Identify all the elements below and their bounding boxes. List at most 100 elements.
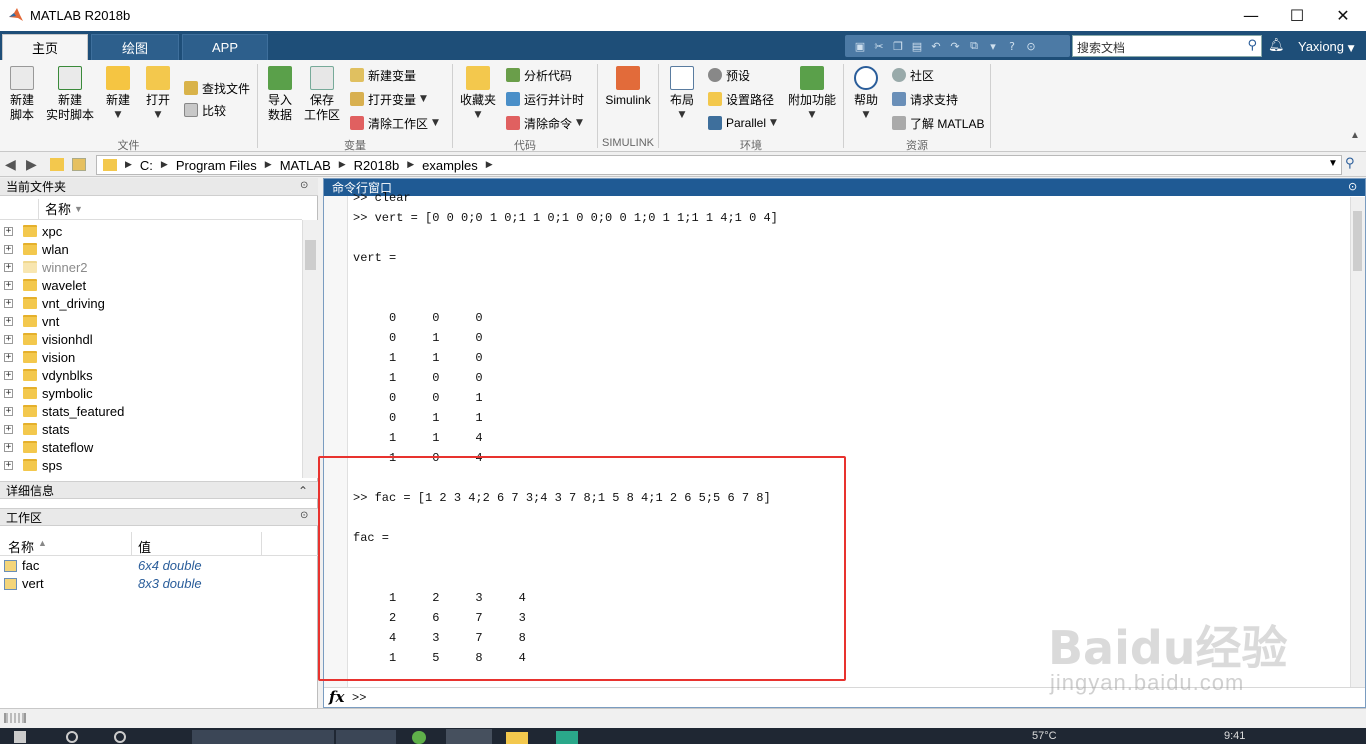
taskbar-app[interactable] [336,730,396,744]
taskbar-explorer-icon[interactable] [506,732,528,744]
taskbar-app-icon[interactable] [412,731,426,744]
minimize-button[interactable]: — [1228,0,1274,31]
maximize-button[interactable]: ☐ [1274,0,1320,31]
taskbar-matlab-active[interactable] [446,729,492,744]
preferences-button[interactable]: 预设 [708,65,750,85]
expand-icon[interactable]: + [4,424,13,434]
windows-start-icon[interactable] [14,731,26,743]
folder-row[interactable]: + vnt_driving [0,294,302,312]
name-column-header[interactable]: 名称 [45,199,71,218]
expand-icon[interactable]: + [4,226,13,236]
chevron-up-icon[interactable]: ⌃ [298,484,308,498]
request-support-button[interactable]: 请求支持 [892,89,958,109]
switch-windows-icon[interactable]: ⧉ [967,39,981,53]
crumb-r2018b[interactable]: R2018b [354,158,400,173]
new-live-script-button[interactable]: 新建 实时脚本 [44,60,96,123]
crumb-matlab[interactable]: MATLAB [280,158,331,173]
command-prompt[interactable]: >> [352,691,366,705]
search-folder-icon[interactable]: ⚲ [1345,156,1355,171]
new-script-button[interactable]: 新建 脚本 [4,60,40,123]
favorites-button[interactable]: 收藏夹 ▼ [458,60,498,123]
pin-icon[interactable]: ⊙ [1024,39,1038,53]
settings-icon[interactable]: ▾ [986,39,1000,53]
set-path-button[interactable]: 设置路径 [708,89,774,109]
user-account-menu[interactable]: Yaxiong ▼ [1298,39,1355,54]
layout-button[interactable]: 布局 ▼ [664,60,700,123]
learn-matlab-button[interactable]: 了解 MATLAB [892,113,984,133]
search-icon[interactable]: ⚲ [1247,38,1257,53]
search-input[interactable]: 搜索文档 ⚲ [1072,35,1262,57]
copy-icon[interactable]: ❐ [891,39,905,53]
cut-icon[interactable]: ✂ [872,39,886,53]
expand-icon[interactable]: + [4,316,13,326]
expand-icon[interactable]: + [4,460,13,470]
taskbar-app-icon[interactable] [556,731,578,744]
panel-menu-icon[interactable]: ⊙ [300,510,308,521]
expand-icon[interactable]: + [4,442,13,452]
redo-icon[interactable]: ↷ [948,39,962,53]
search-icon[interactable] [66,731,78,743]
expand-icon[interactable]: + [4,370,13,380]
undo-icon[interactable]: ↶ [929,39,943,53]
folder-row[interactable]: + vdynblks [0,366,302,384]
browse-folder-icon[interactable] [72,158,86,171]
expand-icon[interactable]: + [4,280,13,290]
tab-apps[interactable]: APP [182,34,268,60]
crumb-examples[interactable]: examples [422,158,478,173]
folder-row[interactable]: + vnt [0,312,302,330]
community-button[interactable]: 社区 [892,65,934,85]
clear-commands-button[interactable]: 清除命令 ▼ [506,113,583,133]
close-button[interactable]: ✕ [1320,0,1366,31]
new-button[interactable]: 新建 ▼ [100,60,136,123]
folder-row[interactable]: + stats [0,420,302,438]
expand-icon[interactable]: + [4,334,13,344]
folder-row[interactable]: + wavelet [0,276,302,294]
run-and-time-button[interactable]: 运行并计时 [506,89,584,109]
panel-menu-icon[interactable]: ⊙ [300,180,308,191]
function-browser-icon[interactable]: fx [329,688,344,706]
new-variable-button[interactable]: 新建变量 [350,65,416,85]
panel-menu-icon[interactable]: ⊙ [1348,180,1357,193]
up-folder-icon[interactable] [50,158,64,171]
folder-row[interactable]: + winner2 [0,258,302,276]
help-button[interactable]: 帮助 ▼ [848,60,884,123]
notification-bell-icon[interactable]: 🔔︎ [1268,38,1285,53]
save-workspace-button[interactable]: 保存 工作区 [300,60,344,123]
folder-row[interactable]: + stats_featured [0,402,302,420]
open-variable-button[interactable]: 打开变量 ▼ [350,89,427,109]
import-data-button[interactable]: 导入 数据 [262,60,298,123]
folder-row[interactable]: + stateflow [0,438,302,456]
command-scrollbar[interactable] [1350,197,1365,691]
tab-home[interactable]: 主页 [2,34,88,60]
path-dropdown-icon[interactable]: ▼ [1328,158,1338,169]
save-icon[interactable]: ▣ [853,39,867,53]
expand-icon[interactable]: + [4,406,13,416]
workspace-name-column[interactable]: 名称 [8,537,34,556]
cortana-icon[interactable] [114,731,126,743]
expand-icon[interactable]: + [4,298,13,308]
back-arrow-icon[interactable]: ◀ [5,157,16,173]
tab-plots[interactable]: 绘图 [91,34,179,60]
expand-icon[interactable]: + [4,388,13,398]
workspace-row[interactable]: fac 6x4 double [0,557,318,575]
open-button[interactable]: 打开 ▼ [140,60,176,123]
help-icon[interactable]: ? [1005,39,1019,53]
crumb-program-files[interactable]: Program Files [176,158,257,173]
folder-row[interactable]: + wlan [0,240,302,258]
paste-icon[interactable]: ▤ [910,39,924,53]
find-files-button[interactable]: 查找文件 [184,78,250,98]
compare-button[interactable]: 比较 [184,100,226,120]
workspace-row[interactable]: vert 8x3 double [0,575,318,593]
crumb-drive[interactable]: C: [140,158,153,173]
workspace-value-column[interactable]: 值 [138,537,151,556]
simulink-button[interactable]: Simulink [602,60,654,108]
scrollbar-thumb[interactable] [305,240,316,270]
analyze-code-button[interactable]: 分析代码 [506,65,572,85]
expand-icon[interactable]: + [4,352,13,362]
clear-workspace-button[interactable]: 清除工作区 ▼ [350,113,439,133]
details-header[interactable]: 详细信息 [0,481,318,499]
parallel-button[interactable]: Parallel ▼ [708,113,777,133]
collapse-ribbon-icon[interactable]: ▲ [1350,130,1360,141]
scrollbar-thumb[interactable] [1353,211,1362,271]
path-breadcrumb[interactable]: ▶ C: ▶ Program Files ▶ MATLAB ▶ R2018b ▶… [96,155,1342,175]
